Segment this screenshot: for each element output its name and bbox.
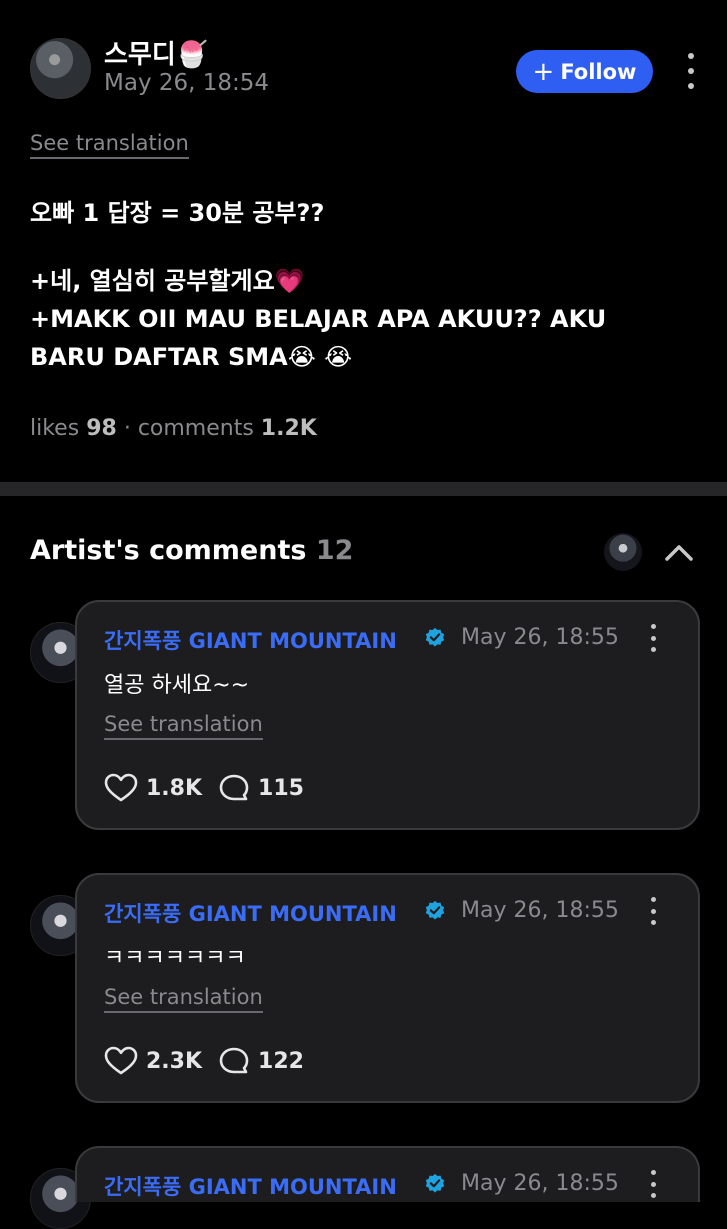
comment-text: ㅋㅋㅋㅋㅋㅋㅋ — [104, 946, 246, 971]
comment-author-name[interactable]: 간지폭풍 GIANT MOUNTAIN — [104, 625, 397, 655]
comment-see-translation-link[interactable]: See translation — [104, 985, 263, 1013]
post-body: 오빠 1 답장 = 30분 공부?? +네, 열심히 공부할게요💗 +MAKK … — [30, 194, 690, 376]
heart-icon — [104, 1046, 138, 1075]
section-divider — [0, 482, 727, 496]
comment-actions: 1.8K 115 — [104, 773, 304, 803]
plus-icon: + — [532, 56, 555, 87]
post-body-line: BARU DAFTAR SMA😭 😭 — [30, 343, 353, 371]
reply-button[interactable]: 122 — [218, 1046, 304, 1076]
comment-see-translation-link[interactable]: See translation — [104, 712, 263, 740]
comment-bubble-icon — [219, 774, 249, 801]
reply-count: 122 — [258, 1048, 304, 1074]
heart-icon — [104, 773, 138, 802]
post-body-line: 오빠 1 답장 = 30분 공부?? — [30, 199, 325, 227]
comments-label: comments — [137, 416, 254, 441]
like-button[interactable]: 1.8K — [104, 773, 202, 803]
verified-badge-icon — [425, 1173, 445, 1193]
post-author-name[interactable]: 스무디🍧 — [104, 34, 208, 71]
like-count: 1.8K — [146, 775, 203, 801]
follow-button-label: Follow — [560, 59, 637, 84]
post-body-line: +MAKK OII MAU BELAJAR APA AKUU?? AKU — [30, 305, 607, 333]
like-button[interactable]: 2.3K — [104, 1046, 202, 1076]
comment-kebab-icon[interactable] — [647, 624, 659, 652]
verified-badge-icon — [425, 627, 445, 647]
post-stats: likes 98 · comments 1.2K — [30, 416, 317, 441]
comment-author-name[interactable]: 간지폭풍 GIANT MOUNTAIN — [104, 1171, 397, 1201]
likes-label: likes — [30, 416, 80, 441]
comment-timestamp: May 26, 18:55 — [461, 898, 619, 923]
stats-separator: · — [123, 416, 138, 441]
verified-badge-icon — [425, 900, 445, 920]
artist-comments-title: Artist's comments 12 — [30, 535, 353, 566]
comment-text: 열공 하세요~~ — [104, 673, 250, 698]
artist-avatar[interactable] — [604, 533, 642, 571]
comment-timestamp: May 26, 18:55 — [461, 1171, 619, 1196]
post-see-translation-link[interactable]: See translation — [30, 131, 189, 159]
chevron-up-icon[interactable] — [663, 538, 695, 566]
post-more-options-kebab-icon[interactable] — [684, 53, 698, 89]
post-body-line: +네, 열심히 공부할게요💗 — [30, 267, 305, 295]
comment-kebab-icon[interactable] — [647, 1170, 659, 1198]
reply-button[interactable]: 115 — [218, 773, 304, 803]
artist-comments-title-text: Artist's comments — [30, 535, 307, 566]
post-timestamp: May 26, 18:54 — [104, 70, 270, 96]
comment-bubble-icon — [219, 1047, 249, 1074]
reply-count: 115 — [258, 775, 304, 801]
comment-actions: 2.3K 122 — [104, 1046, 304, 1076]
likes-count[interactable]: 98 — [86, 416, 117, 441]
comments-count[interactable]: 1.2K — [261, 416, 317, 441]
like-count: 2.3K — [146, 1048, 203, 1074]
comment-timestamp: May 26, 18:55 — [461, 625, 619, 650]
artist-comments-count: 12 — [315, 535, 354, 566]
comment-author-name[interactable]: 간지폭풍 GIANT MOUNTAIN — [104, 898, 397, 928]
follow-button[interactable]: + Follow — [516, 50, 653, 93]
comment-kebab-icon[interactable] — [647, 897, 659, 925]
post-author-avatar[interactable] — [30, 38, 91, 99]
